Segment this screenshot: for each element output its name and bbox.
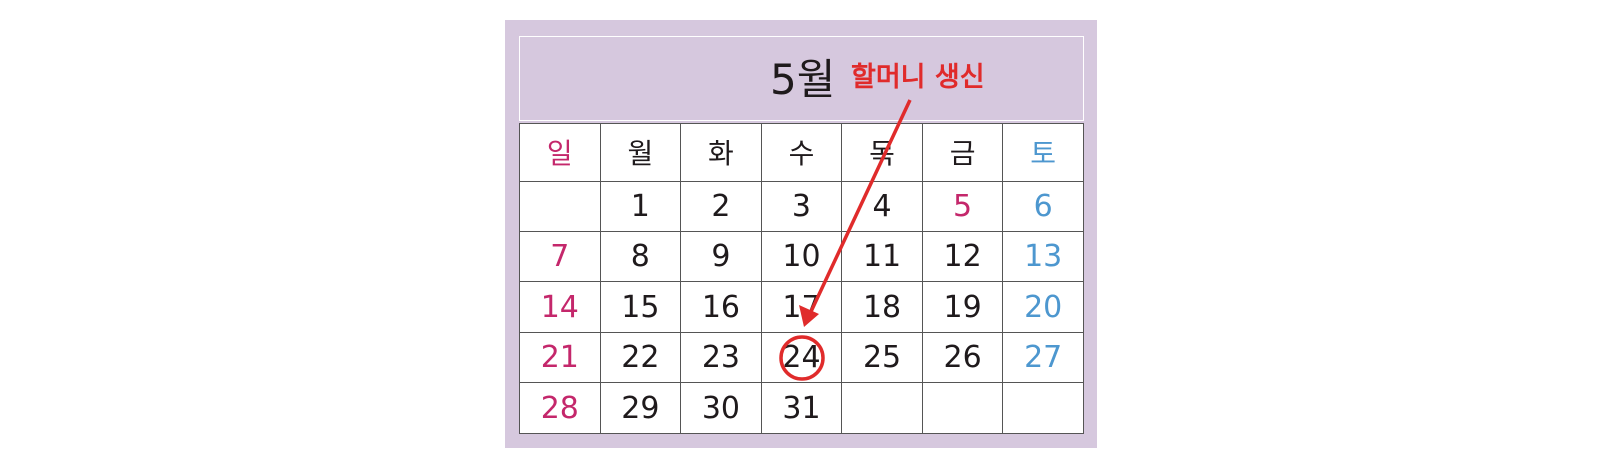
day-cell: 30 xyxy=(680,382,762,434)
week-row: 14 15 16 17 18 19 20 xyxy=(519,281,1084,333)
day-cell: 16 xyxy=(680,281,762,333)
day-cell: 31 xyxy=(760,382,843,434)
day-cell: 9 xyxy=(680,230,762,283)
day-cell: 22 xyxy=(599,331,682,384)
day-cell: 13 xyxy=(1002,230,1084,283)
day-cell: 12 xyxy=(921,230,1004,283)
weekday-thu: 목 xyxy=(841,123,923,182)
day-cell: 19 xyxy=(921,281,1004,333)
day-cell: 17 xyxy=(760,281,843,333)
day-cell xyxy=(1002,382,1084,434)
month-title: 5월 xyxy=(770,55,836,104)
day-cell: 6 xyxy=(1002,180,1084,232)
weekday-sat: 토 xyxy=(1002,123,1084,182)
weekday-fri: 금 xyxy=(921,123,1004,182)
day-cell: 26 xyxy=(921,331,1004,384)
day-cell: 28 xyxy=(519,382,601,434)
day-cell: 1 xyxy=(599,180,682,232)
week-row: 21 22 23 24 25 26 27 xyxy=(519,331,1084,384)
day-cell: 7 xyxy=(519,230,601,283)
day-cell: 18 xyxy=(841,281,923,333)
day-cell: 2 xyxy=(680,180,762,232)
weekday-tue: 화 xyxy=(680,123,762,182)
day-cell: 4 xyxy=(841,180,923,232)
weekday-sun: 일 xyxy=(519,123,601,182)
day-cell: 5 xyxy=(921,180,1004,232)
weekday-mon: 월 xyxy=(599,123,682,182)
week-row: 28 29 30 31 xyxy=(519,382,1084,434)
annotation-label: 할머니 생신 xyxy=(851,62,985,93)
day-cell: 3 xyxy=(760,180,843,232)
week-row: 7 8 9 10 11 12 13 xyxy=(519,230,1084,283)
day-cell: 15 xyxy=(599,281,682,333)
week-row: 1 2 3 4 5 6 xyxy=(519,180,1084,232)
day-cell: 11 xyxy=(841,230,923,283)
day-cell xyxy=(519,180,601,232)
highlighted-day-cell: 24 xyxy=(760,331,843,384)
day-cell: 8 xyxy=(599,230,682,283)
day-cell xyxy=(921,382,1004,434)
day-cell: 10 xyxy=(760,230,843,283)
day-cell xyxy=(841,382,923,434)
day-cell: 27 xyxy=(1002,331,1084,384)
day-cell: 20 xyxy=(1002,281,1084,333)
calendar-grid: 일 월 화 수 목 금 토 1 2 3 4 5 6 7 8 9 10 11 12… xyxy=(519,123,1084,434)
day-cell: 29 xyxy=(599,382,682,434)
weekday-wed: 수 xyxy=(760,123,843,182)
day-cell: 14 xyxy=(519,281,601,333)
day-cell: 25 xyxy=(841,331,923,384)
day-cell: 21 xyxy=(519,331,601,384)
day-cell: 23 xyxy=(680,331,762,384)
weekday-row: 일 월 화 수 목 금 토 xyxy=(519,123,1084,182)
